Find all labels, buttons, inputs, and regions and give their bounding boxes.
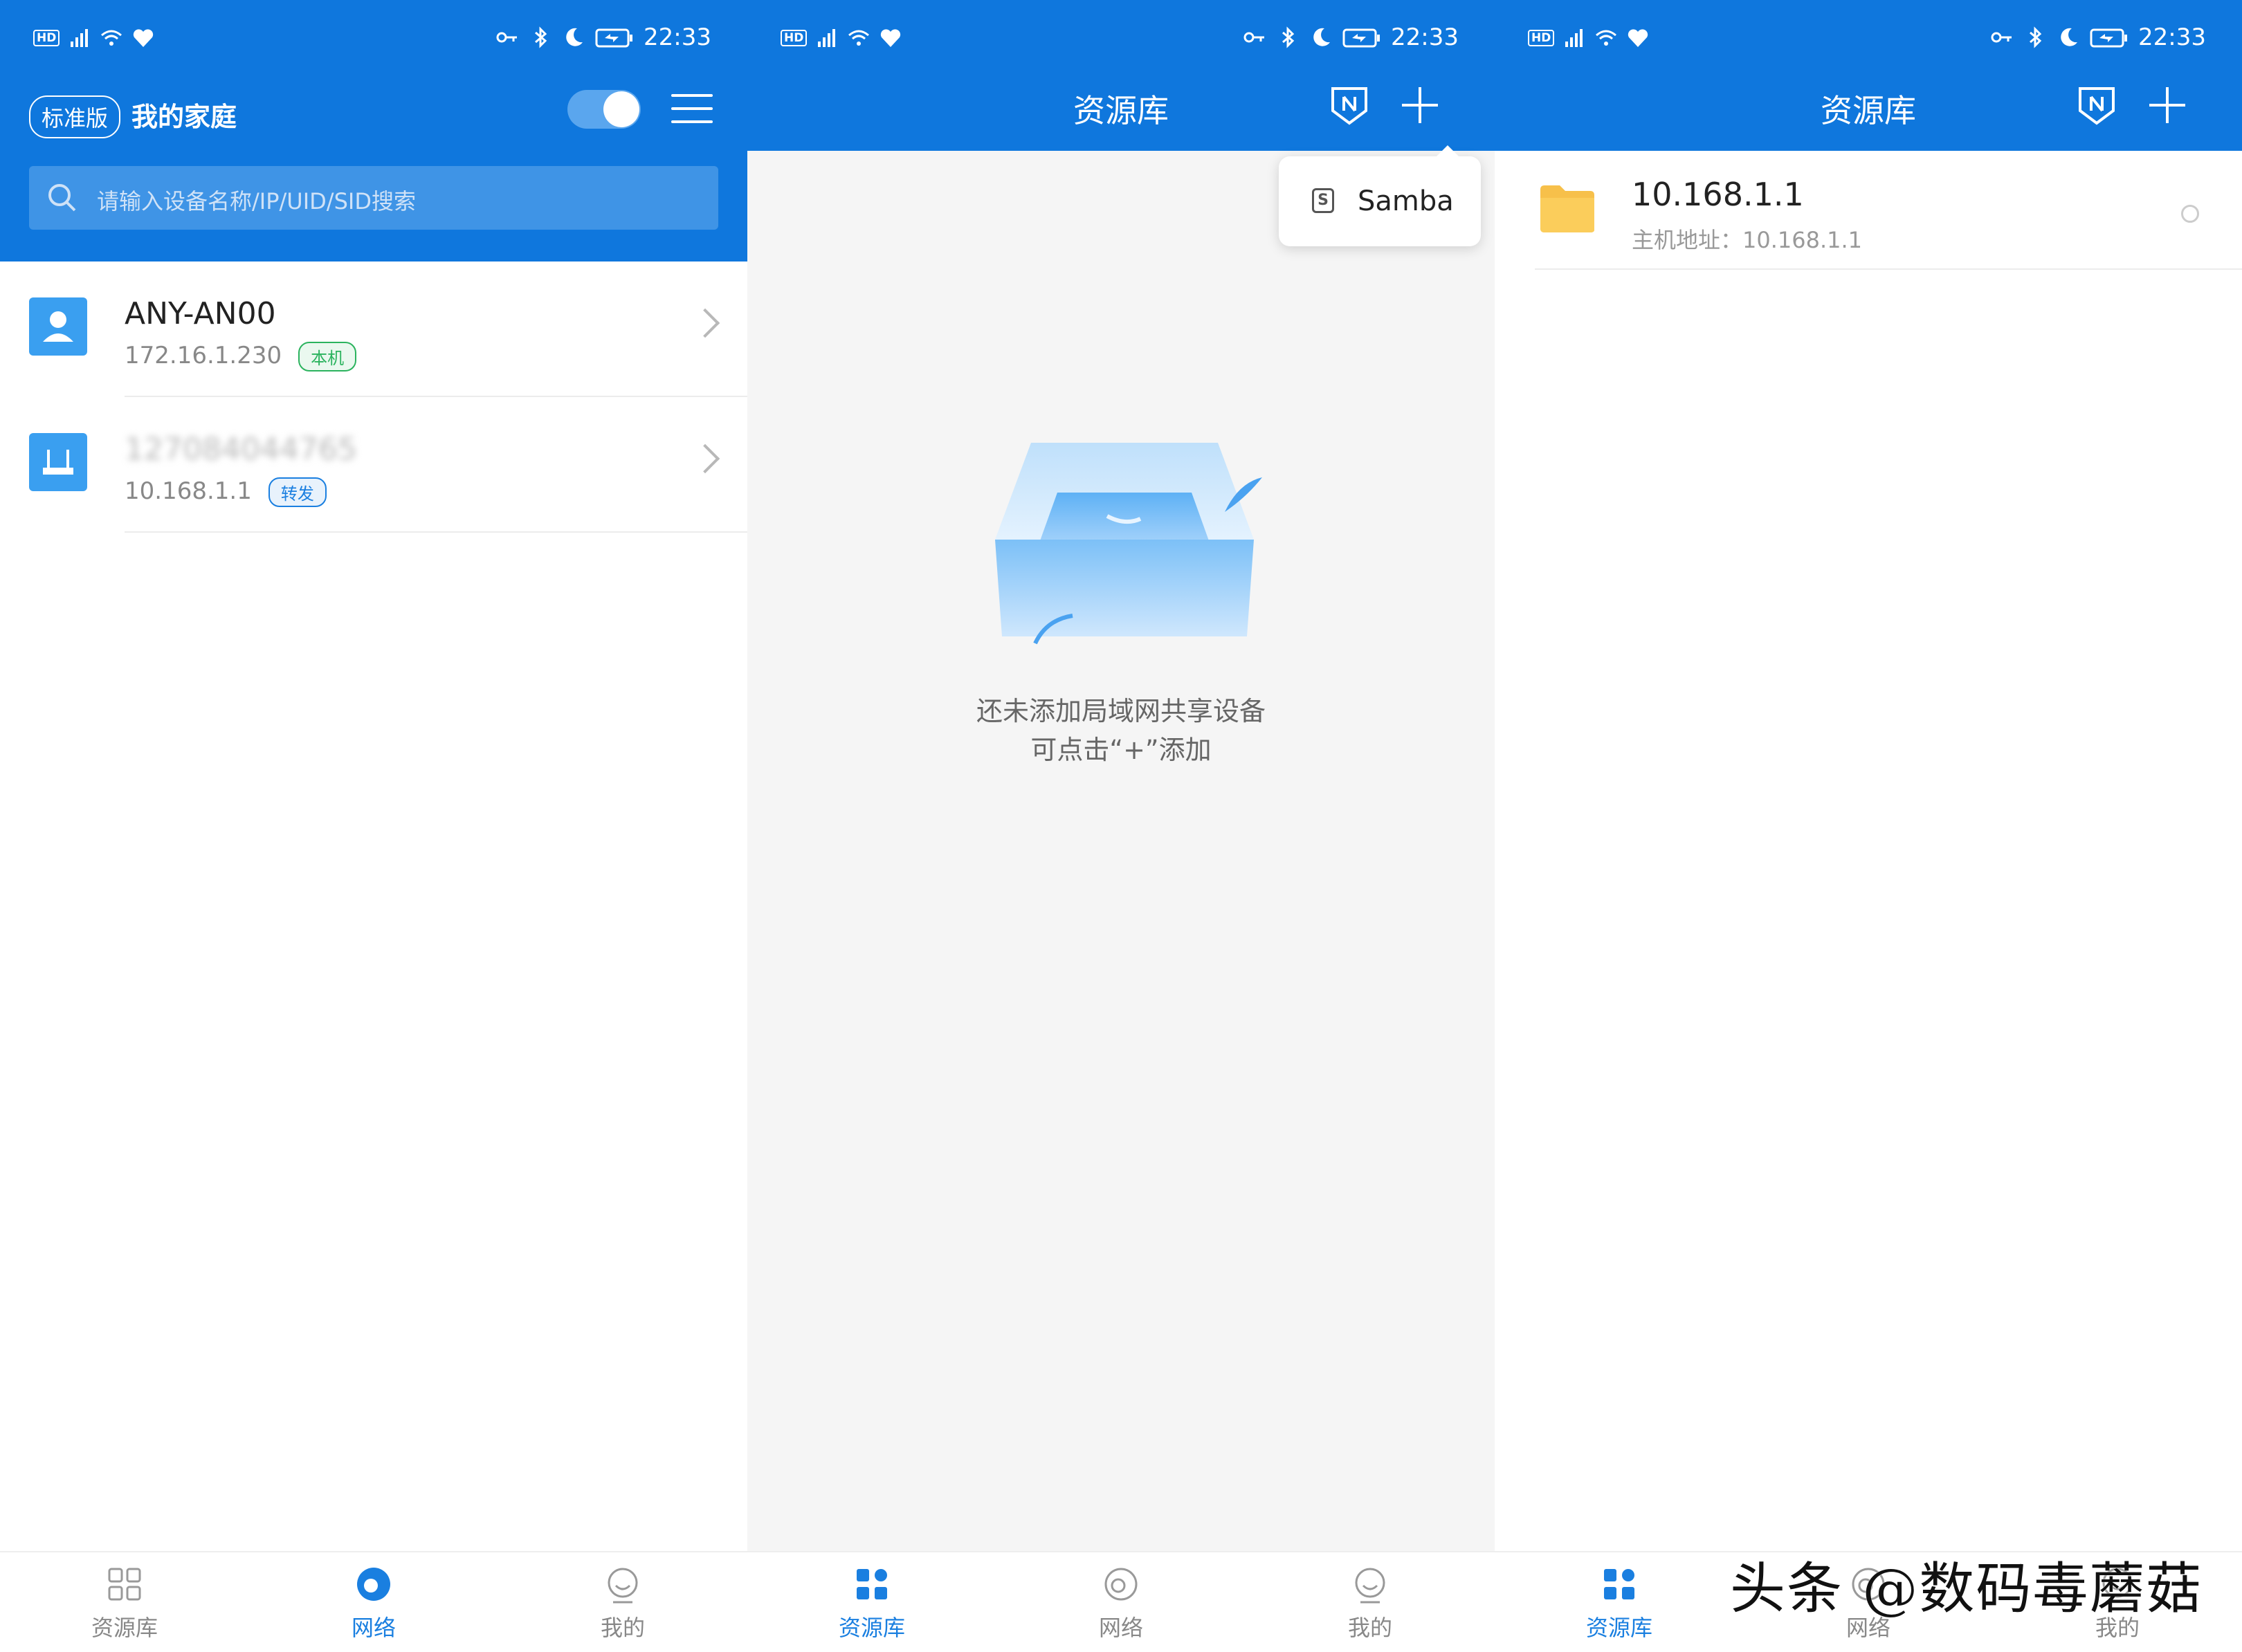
bottom-tab-bar: 资源库 网络 我的 [0,1551,747,1652]
add-button[interactable] [1399,84,1441,126]
resource-name: 10.168.1.1 [1632,176,1804,213]
moon-icon [566,28,583,46]
5g-signal-icon [71,29,89,47]
moon-icon [1313,28,1331,46]
shield-icon[interactable] [1327,83,1371,127]
clock: 22:33 [2138,24,2206,51]
watermark: 头条 @数码毒蘑菇 [1730,1557,2203,1621]
wifi-icon [101,30,122,46]
hd-icon: HD [781,30,808,46]
router-icon [29,433,87,491]
tab-label: 资源库 [91,1615,158,1641]
tab-network[interactable]: 网络 [996,1552,1246,1652]
empty-box-illustration [995,443,1262,645]
home-title[interactable]: 我的家庭 [131,95,237,134]
add-button[interactable] [2147,84,2188,126]
battery-charging-icon [1342,28,1380,48]
wifi-icon [848,30,870,46]
clock: 22:33 [644,24,711,51]
profile-icon [608,1568,638,1604]
network-toggle[interactable] [567,90,641,129]
toggle-knob [603,91,639,127]
hd-icon: HD [33,30,60,46]
resource-row[interactable]: 10.168.1.1 主机地址：10.168.1.1 [1495,152,2242,270]
add-menu-popup: S Samba [1279,145,1481,246]
network-icon [1104,1568,1138,1601]
search-icon [48,184,76,212]
page-title: 资源库 [1821,92,1916,129]
grid-icon [857,1569,887,1599]
bluetooth-icon [535,26,547,48]
key-icon [1991,32,2012,43]
device-name: 127084044765 [125,432,357,467]
screen-library-list: HD 22:33 资源库 10.168.1.1 主机地址：10.168.1.1 … [1495,0,2242,1652]
tab-label: 我的 [1347,1615,1392,1641]
key-icon [496,32,518,43]
status-bar: HD 22:33 [1495,0,2242,76]
search-placeholder: 请输入设备名称/IP/UID/SID搜索 [97,188,416,214]
health-icon [881,29,901,47]
screen-library-empty: HD 22:33 资源库 S Samba 还未添加局域网共享设备 可点击“+”添… [747,0,1495,1652]
device-ip: 172.16.1.230 本机 [125,342,357,371]
tab-library[interactable]: 资源库 [0,1552,249,1652]
folder-icon [1540,185,1594,232]
tab-network[interactable]: 网络 [249,1552,498,1652]
person-icon [29,297,87,356]
moon-icon [2061,28,2078,46]
samba-menu-item[interactable]: Samba [1358,185,1454,217]
tab-label: 网络 [351,1615,396,1641]
tab-library[interactable]: 资源库 [747,1552,996,1652]
tab-label: 网络 [1098,1615,1143,1641]
shield-icon[interactable] [2075,83,2119,127]
page-title: 资源库 [1073,92,1169,129]
edition-badge: 标准版 [29,95,121,138]
status-bar: HD 22:33 [0,0,747,76]
device-row[interactable]: 127084044765 10.168.1.1 转发 [0,397,747,533]
key-icon [1243,32,1265,43]
grid-icon [1604,1569,1634,1599]
clock: 22:33 [1391,24,1459,51]
5g-signal-icon [818,29,836,47]
battery-charging-icon [2090,28,2128,48]
app-bar: HD 22:33 资源库 [747,0,1495,151]
bluetooth-icon [1282,26,1295,48]
local-tag: 本机 [298,342,357,371]
health-icon [1628,29,1648,47]
relay-tag: 转发 [268,477,327,507]
hd-icon: HD [1528,30,1555,46]
app-bar: HD 22:33 资源库 [1495,0,2242,151]
profile-icon [1355,1568,1385,1604]
tab-label: 我的 [600,1615,645,1641]
device-row[interactable]: ANY-AN00 172.16.1.230 本机 [0,261,747,397]
network-icon [357,1568,390,1601]
tab-me[interactable]: 我的 [1246,1552,1495,1652]
tab-me[interactable]: 我的 [498,1552,747,1652]
tab-label: 资源库 [838,1615,905,1641]
empty-hint: 可点击“+”添加 [1030,735,1212,765]
battery-charging-icon [595,28,633,48]
tab-label: 资源库 [1585,1615,1652,1641]
status-bar: HD 22:33 [747,0,1495,76]
select-radio[interactable] [2181,205,2199,223]
grid-icon [108,1568,141,1601]
health-icon [134,29,154,47]
bluetooth-icon [2030,26,2042,48]
screen-network: HD 22:33 标准版 我的家庭 请输入设备名称/IP/UID/SID搜索 A… [0,0,747,1652]
search-input[interactable]: 请输入设备名称/IP/UID/SID搜索 [29,166,718,230]
device-name: ANY-AN00 [125,296,276,331]
network-header: HD 22:33 标准版 我的家庭 请输入设备名称/IP/UID/SID搜索 [0,0,747,261]
tab-library[interactable]: 资源库 [1495,1552,1744,1652]
chevron-right-icon [690,443,720,474]
device-ip: 10.168.1.1 转发 [125,477,327,507]
menu-icon[interactable] [671,94,713,126]
wifi-icon [1596,30,1617,46]
chevron-right-icon [690,308,720,338]
bottom-tab-bar: 资源库 网络 我的 [747,1551,1495,1652]
empty-message: 还未添加局域网共享设备 [976,696,1266,726]
samba-icon: S [1312,188,1334,213]
resource-host: 主机地址：10.168.1.1 [1632,227,1863,253]
5g-signal-icon [1565,29,1583,47]
